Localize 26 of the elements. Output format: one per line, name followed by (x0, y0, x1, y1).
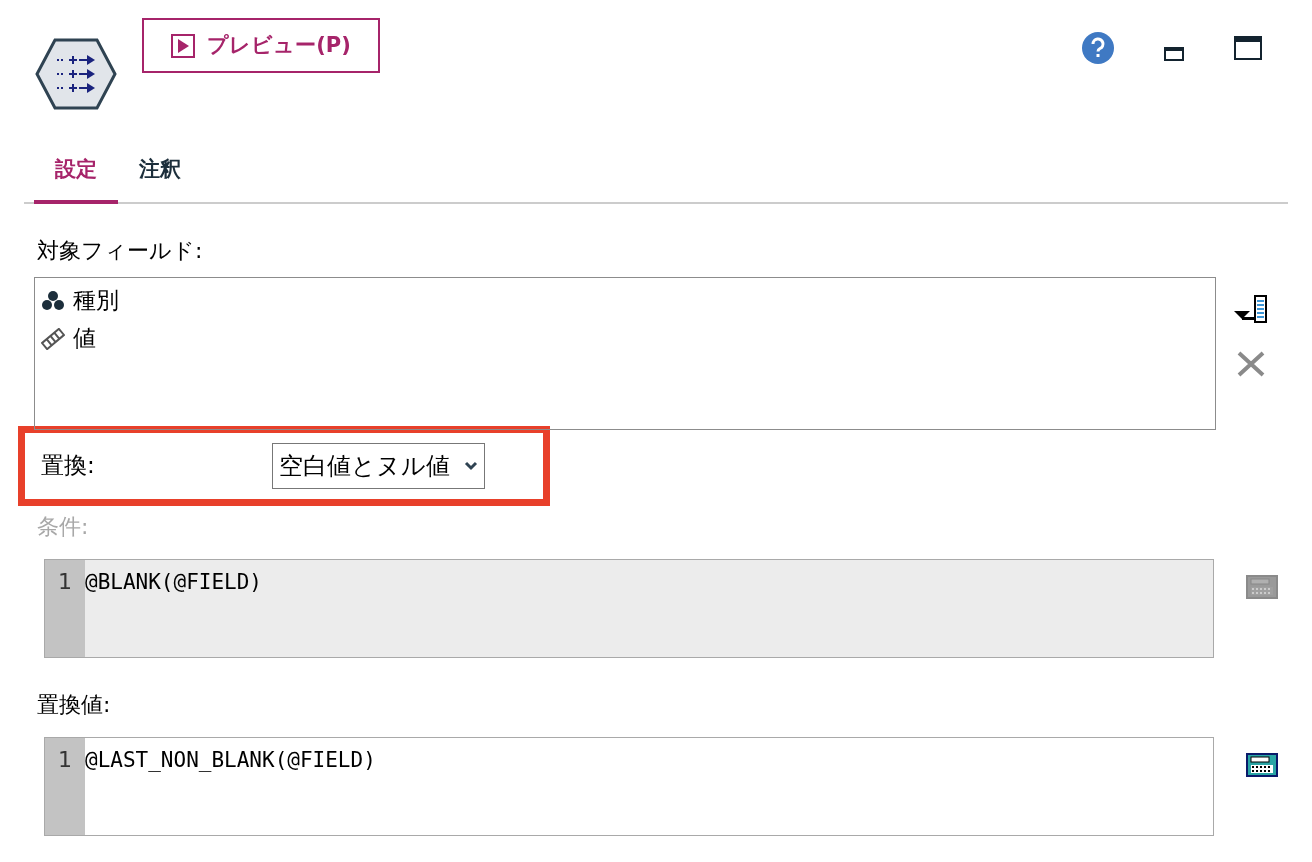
maximize-icon[interactable] (1234, 36, 1262, 60)
field-label: 対象フィールド: (36, 236, 204, 265)
close-icon[interactable] (1237, 350, 1265, 377)
tab[interactable]: 設定 (34, 154, 118, 204)
tab[interactable]: 注釈 (118, 154, 202, 204)
circles-icon (41, 289, 65, 312)
field-name[interactable]: 値 (73, 321, 96, 356)
play-icon (171, 33, 196, 58)
replace-value-label: 置換値: (36, 690, 112, 719)
help-icon[interactable] (1082, 32, 1114, 64)
field-list[interactable]: 種別 値 (34, 276, 1216, 430)
expression-editor[interactable]: 1 @LAST_NON_BLANK(@FIELD) (44, 736, 1214, 836)
replace-dropdown[interactable]: 空白値とヌル値 (272, 442, 485, 489)
node-icon (35, 38, 117, 110)
condition-label: 条件: (36, 512, 90, 541)
minimize-icon[interactable] (1164, 47, 1184, 61)
replace-label: 置換: (41, 451, 96, 481)
chevron-icon (464, 460, 478, 471)
line-number: 1 (58, 745, 72, 774)
field-picker-icon[interactable] (1234, 294, 1268, 323)
calculator-icon[interactable] (1246, 752, 1278, 777)
code-line: @BLANK(@FIELD) (85, 568, 262, 596)
code-line: @LAST_NON_BLANK(@FIELD) (85, 746, 376, 774)
preview-button[interactable]: プレビュー(P) (142, 18, 380, 73)
field-name[interactable]: 種別 (73, 283, 119, 318)
line-number: 1 (58, 567, 72, 596)
